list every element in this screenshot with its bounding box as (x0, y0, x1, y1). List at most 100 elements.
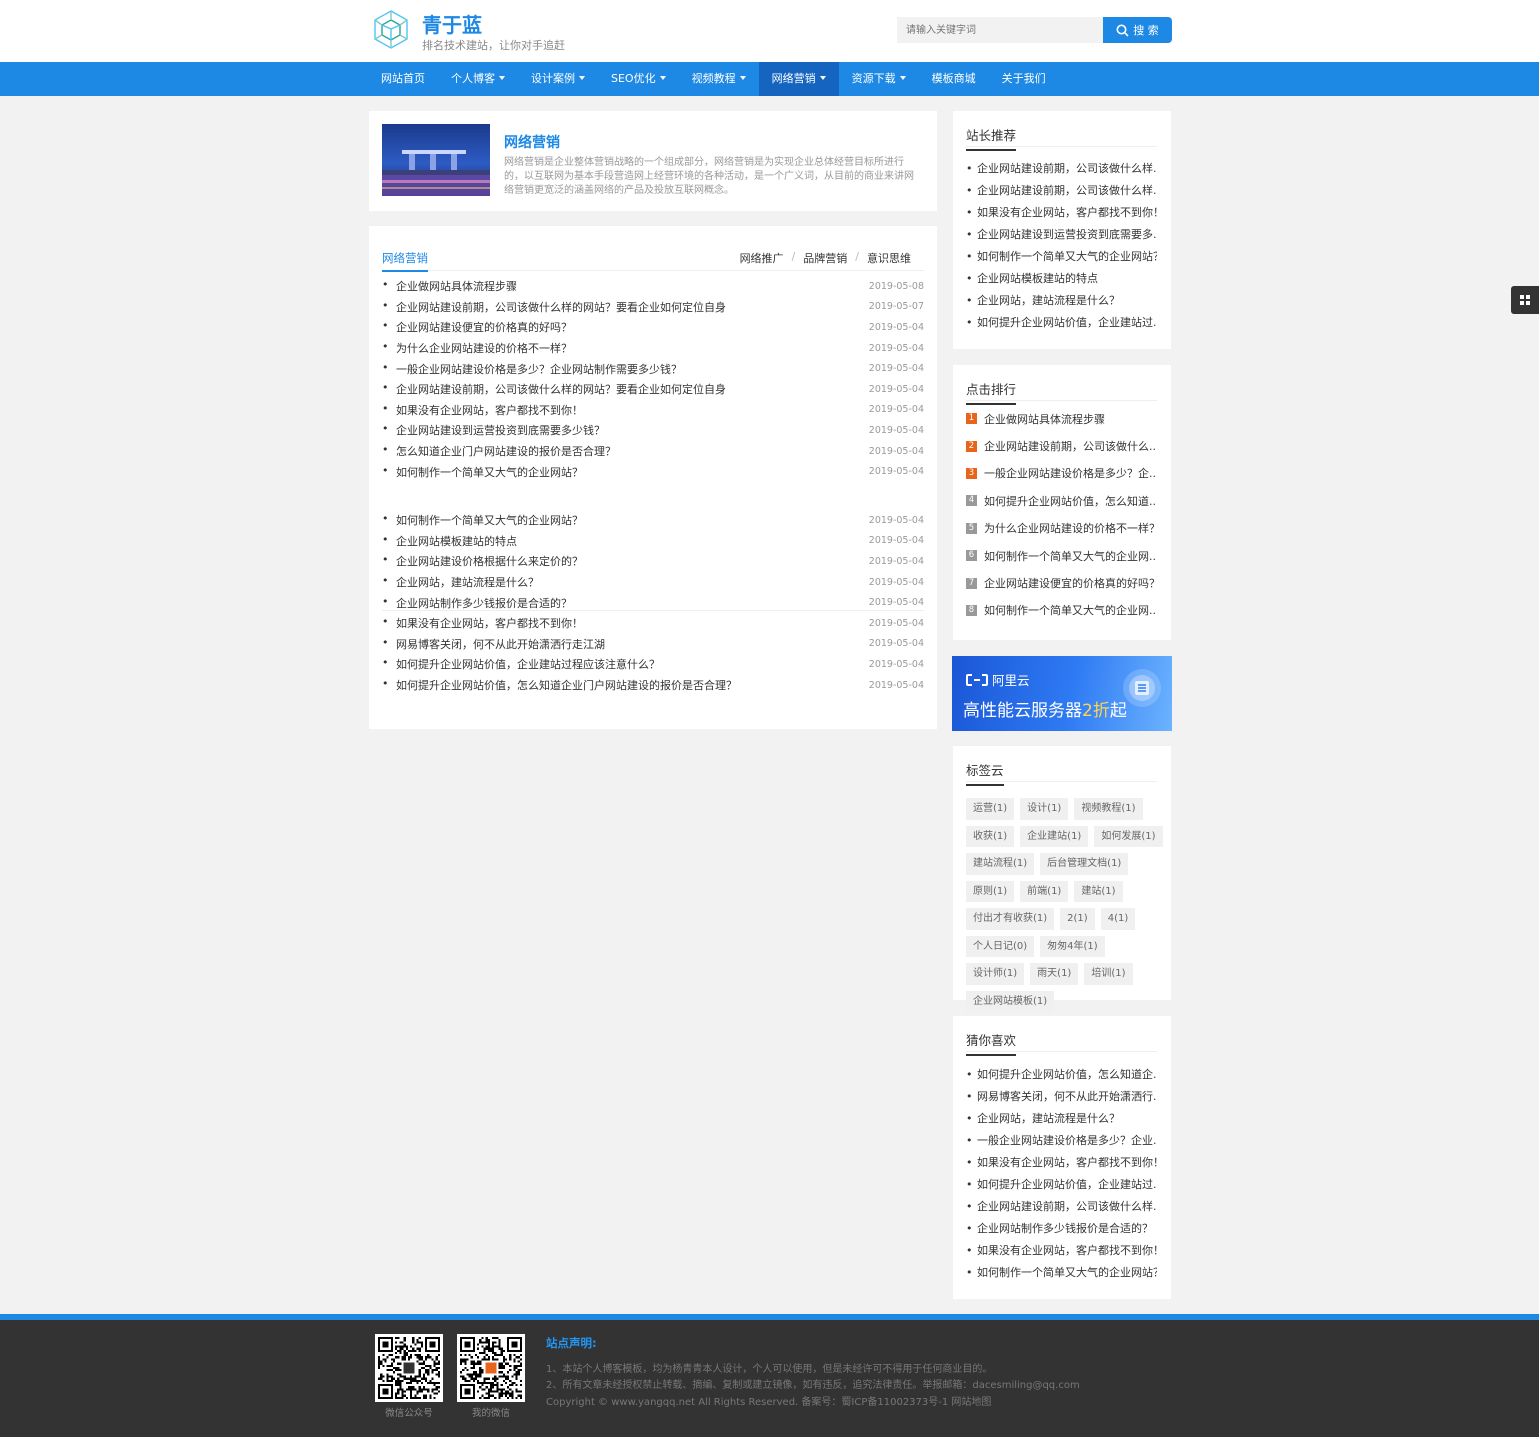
article-title[interactable]: 为什么企业网站建设的价格不一样？ (382, 340, 572, 356)
article-title[interactable]: 如何提升企业网站价值，企业建站过程应该注意什么？ (382, 656, 660, 672)
article-row[interactable]: 企业网站制作多少钱报价是合适的？ 2019-05-04 (382, 592, 924, 613)
tag-chip[interactable]: 原则(1) (966, 880, 1015, 902)
sidebar-link[interactable]: • 企业网站制作多少钱报价是合适的？ (966, 1217, 1157, 1239)
tag-chip[interactable]: 视频教程(1) (1074, 798, 1143, 820)
tag-chip[interactable]: 雨天(1) (1030, 963, 1079, 985)
nav-item-5[interactable]: 网络营销 (758, 62, 839, 96)
tag-chip[interactable]: 个人日记(0) (966, 935, 1035, 957)
site-title[interactable]: 青于蓝 (422, 9, 482, 38)
article-title[interactable]: 如果没有企业网站，客户都找不到你！ (382, 402, 583, 418)
ranking-item[interactable]: 5 为什么企业网站建设的价格不一样？ (966, 515, 1157, 542)
article-row[interactable]: 企业网站建设到运营投资到底需要多少钱？ 2019-05-04 (382, 420, 924, 441)
article-row[interactable]: 如何提升企业网站价值，企业建站过程应该注意什么？ 2019-05-04 (382, 654, 924, 675)
sidebar-link[interactable]: • 如果没有企业网站，客户都找不到你！ (966, 1151, 1157, 1173)
sidebar-link[interactable]: • 如果没有企业网站，客户都找不到你！ (966, 1239, 1157, 1261)
article-title[interactable]: 如何提升企业网站价值，怎么知道企业门户网站建设的报价是否合理？ (382, 677, 737, 693)
sidebar-link[interactable]: • 网易博客关闭，何不从此开始潇洒行... (966, 1085, 1157, 1107)
search-button[interactable]: 搜 索 (1103, 17, 1172, 43)
nav-item-7[interactable]: 模板商城 (919, 62, 989, 96)
article-title[interactable]: 如果没有企业网站，客户都找不到你！ (382, 615, 583, 631)
nav-item-6[interactable]: 资源下载 (839, 62, 919, 96)
tag-chip[interactable]: 设计(1) (1020, 798, 1069, 820)
ranking-item[interactable]: 7 企业网站建设便宜的价格真的好吗？ (966, 569, 1157, 596)
article-title[interactable]: 企业网站建设便宜的价格真的好吗？ (382, 319, 572, 335)
nav-item-1[interactable]: 个人博客 (438, 62, 518, 96)
sub-tab-2[interactable]: 意识思维 (867, 250, 911, 266)
article-row[interactable]: 企业做网站具体流程步骤 2019-05-08 (382, 276, 924, 297)
ranking-item[interactable]: 6 如何制作一个简单又大气的企业网... (966, 542, 1157, 569)
sidebar-link[interactable]: • 企业网站建设前期，公司该做什么样... (966, 157, 1157, 179)
tag-chip[interactable]: 后台管理文档(1) (1040, 853, 1129, 875)
tag-chip[interactable]: 培训(1) (1084, 963, 1133, 985)
tag-chip[interactable]: 匆匆4年(1) (1040, 935, 1105, 957)
article-row[interactable]: 网易博客关闭，何不从此开始潇洒行走江湖 2019-05-04 (382, 634, 924, 655)
ranking-item[interactable]: 3 一般企业网站建设价格是多少？企... (966, 460, 1157, 487)
tag-chip[interactable]: 企业网站模板(1) (966, 990, 1055, 1012)
sidebar-link[interactable]: • 企业网站建设前期，公司该做什么样... (966, 179, 1157, 201)
tag-chip[interactable]: 设计师(1) (966, 963, 1025, 985)
article-row[interactable]: 企业网站，建站流程是什么？ 2019-05-04 (382, 572, 924, 593)
article-title[interactable]: 企业网站建设前期，公司该做什么样的网站？要看企业如何定位自身 (382, 381, 726, 397)
sidebar-link[interactable]: • 如何制作一个简单又大气的企业网站？ (966, 1261, 1157, 1283)
tab-network-marketing[interactable]: 网络营销 (382, 250, 428, 272)
sub-tab-1[interactable]: 品牌营销 (803, 250, 847, 266)
tag-chip[interactable]: 如何发展(1) (1094, 825, 1163, 847)
article-row[interactable]: 如何制作一个简单又大气的企业网站？ 2019-05-04 (382, 510, 924, 531)
nav-item-3[interactable]: SEO优化 (598, 62, 679, 96)
sidebar-link[interactable]: • 企业网站模板建站的特点 (966, 267, 1157, 289)
article-row[interactable]: 为什么企业网站建设的价格不一样？ 2019-05-04 (382, 338, 924, 359)
nav-item-8[interactable]: 关于我们 (989, 62, 1059, 96)
article-title[interactable]: 如何制作一个简单又大气的企业网站？ (382, 464, 583, 480)
article-title[interactable]: 企业网站建设到运营投资到底需要多少钱？ (382, 422, 605, 438)
ranking-item[interactable]: 2 企业网站建设前期，公司该做什么... (966, 432, 1157, 459)
nav-item-4[interactable]: 视频教程 (679, 62, 759, 96)
article-title[interactable]: 企业网站模板建站的特点 (382, 533, 517, 549)
ranking-item[interactable]: 4 如何提升企业网站价值，怎么知道... (966, 487, 1157, 514)
tag-chip[interactable]: 付出才有收获(1) (966, 908, 1055, 930)
tag-chip[interactable]: 建站(1) (1074, 880, 1123, 902)
article-title[interactable]: 一般企业网站建设价格是多少？企业网站制作需要多少钱？ (382, 361, 682, 377)
sidebar-link[interactable]: • 企业网站，建站流程是什么？ (966, 1107, 1157, 1129)
aliyun-ad-banner[interactable]: 阿里云 高性能云服务器2折起 (952, 656, 1172, 731)
tag-chip[interactable]: 企业建站(1) (1020, 825, 1089, 847)
article-title[interactable]: 企业网站，建站流程是什么？ (382, 574, 539, 590)
article-row[interactable]: 企业网站建设便宜的价格真的好吗？ 2019-05-04 (382, 317, 924, 338)
article-row[interactable]: 如何提升企业网站价值，怎么知道企业门户网站建设的报价是否合理？ 2019-05-0… (382, 675, 924, 696)
category-banner-image[interactable] (382, 124, 490, 196)
article-title[interactable]: 企业网站建设价格根据什么来定价的？ (382, 553, 583, 569)
article-row[interactable]: 企业网站建设价格根据什么来定价的？ 2019-05-04 (382, 551, 924, 572)
article-title[interactable]: 企业做网站具体流程步骤 (382, 278, 517, 294)
sidebar-link[interactable]: • 如何提升企业网站价值，企业建站过... (966, 1173, 1157, 1195)
tag-chip[interactable]: 2(1) (1060, 908, 1095, 930)
ranking-item[interactable]: 8 如何制作一个简单又大气的企业网... (966, 597, 1157, 624)
search-input[interactable] (897, 17, 1104, 43)
article-row[interactable]: 如果没有企业网站，客户都找不到你！ 2019-05-04 (382, 613, 924, 634)
article-row[interactable]: 企业网站模板建站的特点 2019-05-04 (382, 531, 924, 552)
article-title[interactable]: 如何制作一个简单又大气的企业网站？ (382, 512, 583, 528)
float-menu-button[interactable] (1511, 286, 1539, 314)
nav-item-2[interactable]: 设计案例 (518, 62, 598, 96)
article-row[interactable]: 怎么知道企业门户网站建设的报价是否合理？ 2019-05-04 (382, 441, 924, 462)
sidebar-link[interactable]: • 如何制作一个简单又大气的企业网站？ (966, 245, 1157, 267)
article-title[interactable]: 企业网站制作多少钱报价是合适的？ (382, 595, 572, 611)
article-title[interactable]: 企业网站建设前期，公司该做什么样的网站？要看企业如何定位自身 (382, 299, 726, 315)
sidebar-link[interactable]: • 如果没有企业网站，客户都找不到你！ (966, 201, 1157, 223)
sidebar-link[interactable]: • 企业网站建设前期，公司该做什么样... (966, 1195, 1157, 1217)
sidebar-link[interactable]: • 如何提升企业网站价值，怎么知道企... (966, 1063, 1157, 1085)
sidebar-link[interactable]: • 企业网站，建站流程是什么？ (966, 289, 1157, 311)
footer-copyright[interactable]: Copyright © www.yangqq.net All Rights Re… (546, 1393, 991, 1408)
tag-chip[interactable]: 建站流程(1) (966, 853, 1035, 875)
sidebar-link[interactable]: • 如何提升企业网站价值，企业建站过... (966, 311, 1157, 333)
tag-chip[interactable]: 4(1) (1100, 908, 1136, 930)
tag-chip[interactable]: 前端(1) (1020, 880, 1069, 902)
sub-tab-0[interactable]: 网络推广 (740, 250, 784, 266)
sidebar-link[interactable]: • 一般企业网站建设价格是多少？企业... (966, 1129, 1157, 1151)
article-title[interactable]: 网易博客关闭，何不从此开始潇洒行走江湖 (382, 636, 605, 652)
article-title[interactable]: 怎么知道企业门户网站建设的报价是否合理？ (382, 443, 616, 459)
nav-item-0[interactable]: 网站首页 (368, 62, 438, 96)
article-row[interactable]: 企业网站建设前期，公司该做什么样的网站？要看企业如何定位自身 2019-05-04 (382, 379, 924, 400)
tag-chip[interactable]: 运营(1) (966, 798, 1015, 820)
cube-logo-icon[interactable] (370, 8, 412, 52)
tag-chip[interactable]: 收获(1) (966, 825, 1015, 847)
ranking-item[interactable]: 1 企业做网站具体流程步骤 (966, 405, 1157, 432)
